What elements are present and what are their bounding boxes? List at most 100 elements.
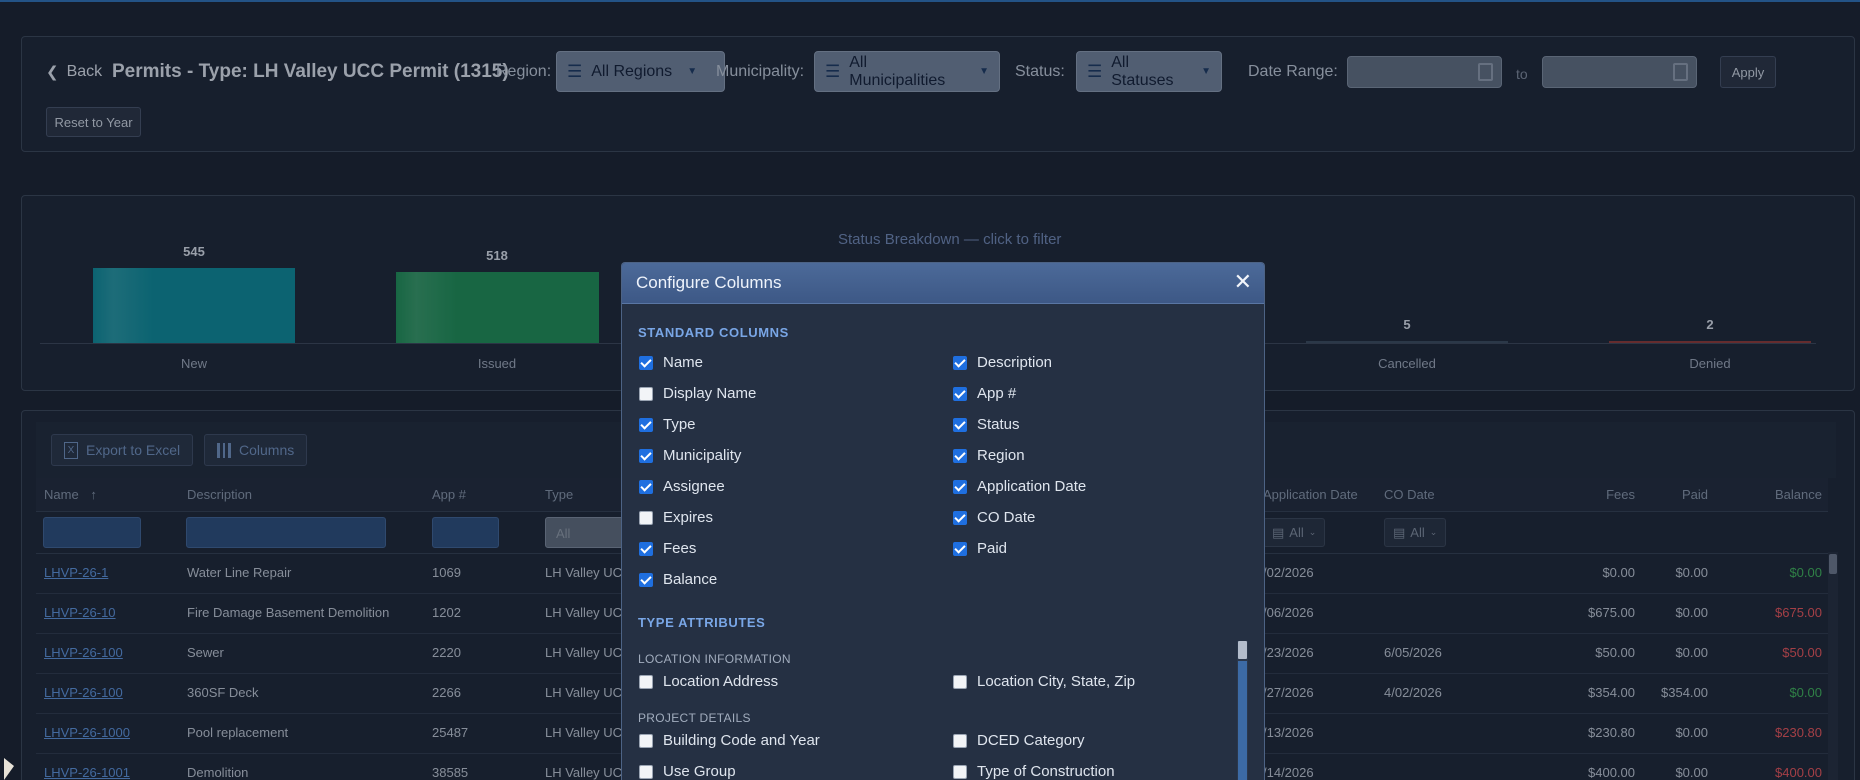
application-date-filter[interactable]: ▤ All ⌄ [1263,518,1326,547]
checkbox-unchecked[interactable] [639,764,653,779]
checkbox-checked[interactable] [953,510,967,525]
permit-name-link[interactable]: LHVP-26-100 [44,685,123,700]
permit-name-link[interactable]: LHVP-26-1 [44,565,108,580]
column-option-dced-category[interactable]: DCED Category [953,732,1085,749]
column-option-label: Type [663,416,696,433]
column-header-name[interactable]: Name ↑ [44,487,97,502]
region-select[interactable]: ☰ All Regions ▼ [556,51,725,92]
checkbox-unchecked[interactable] [639,674,653,689]
balance-cell: $0.00 [1789,685,1822,700]
checkbox-checked[interactable] [639,479,653,494]
columns-button[interactable]: Columns [204,434,308,466]
checkbox-unchecked[interactable] [953,764,967,779]
column-option-fees[interactable]: Fees [639,540,696,557]
column-option-status[interactable]: Status [953,416,1020,433]
chart-bar-denied[interactable] [1609,341,1811,343]
column-header-fees[interactable]: Fees [1575,487,1635,502]
column-option-balance[interactable]: Balance [639,571,717,588]
column-option-app[interactable]: App # [953,385,1016,402]
column-header-paid[interactable]: Paid [1648,487,1708,502]
column-option-display-name[interactable]: Display Name [639,385,756,402]
date-to-input[interactable] [1542,56,1697,88]
checkbox-checked[interactable] [639,572,653,587]
checkbox-checked[interactable] [953,479,967,494]
column-header-co-date[interactable]: CO Date [1384,487,1435,502]
co-date-filter[interactable]: ▤ All ⌄ [1384,518,1447,547]
checkbox-checked[interactable] [639,541,653,556]
column-header-application-date[interactable]: Application Date [1263,487,1358,502]
column-option-label: Application Date [977,478,1087,495]
column-option-location-city-state-zip[interactable]: Location City, State, Zip [953,673,1135,690]
checkbox-unchecked[interactable] [953,733,967,748]
municipality-select[interactable]: ☰ All Municipalities ▼ [814,51,1000,92]
region-label: Region: [496,63,552,80]
column-option-region[interactable]: Region [953,447,1025,464]
column-option-label: CO Date [977,509,1036,526]
checkbox-unchecked[interactable] [639,733,653,748]
permit-name-link[interactable]: LHVP-26-100 [44,645,123,660]
column-option-assignee[interactable]: Assignee [639,478,725,495]
checkbox-unchecked[interactable] [639,510,653,525]
apply-button[interactable]: Apply [1720,56,1776,88]
table-scrollbar-thumb[interactable] [1829,554,1837,574]
app-number-cell: 25487 [432,725,469,740]
dialog-scrollbar-thumb[interactable] [1238,641,1247,659]
permit-name-link[interactable]: LHVP-26-10 [44,605,116,620]
permit-name-link[interactable]: LHVP-26-1000 [44,725,130,740]
app-number-filter-input[interactable] [432,517,499,548]
checkbox-unchecked[interactable] [953,674,967,689]
column-option-application-date[interactable]: Application Date [953,478,1086,495]
checkbox-checked[interactable] [953,355,967,370]
chart-bar-new[interactable] [93,268,295,343]
checkbox-checked[interactable] [953,386,967,401]
checkbox-checked[interactable] [639,355,653,370]
column-option-municipality[interactable]: Municipality [639,447,741,464]
column-option-type[interactable]: Type [639,416,696,433]
permit-name-link[interactable]: LHVP-26-1001 [44,765,130,780]
export-excel-button[interactable]: X Export to Excel [51,434,194,466]
checkbox-checked[interactable] [953,417,967,432]
dialog-title: Configure Columns [636,273,782,292]
column-option-building-code-and-year[interactable]: Building Code and Year [639,732,820,749]
column-header-balance[interactable]: Balance [1752,487,1822,502]
type-cell: LH Valley UCC [545,605,621,620]
column-header-description[interactable]: Description [187,487,252,502]
chart-bar-value: 2 [1706,317,1714,332]
checkbox-unchecked[interactable] [639,386,653,401]
column-option-co-date[interactable]: CO Date [953,509,1035,526]
column-option-label: Display Name [663,385,757,402]
column-header-app-number[interactable]: App # [432,487,466,502]
checkbox-checked[interactable] [639,417,653,432]
reset-to-year-button[interactable]: Reset to Year [46,107,141,137]
column-option-label: DCED Category [977,732,1085,749]
column-option-type-of-construction[interactable]: Type of Construction [953,763,1115,780]
back-button[interactable]: ❮ Back [46,63,102,81]
column-option-use-group[interactable]: Use Group [639,763,736,780]
column-option-expires[interactable]: Expires [639,509,713,526]
column-option-description[interactable]: Description [953,354,1052,371]
chevron-left-icon: ❮ [46,64,59,81]
checkbox-checked[interactable] [953,448,967,463]
type-filter-select[interactable]: All [545,517,625,548]
columns-icon [217,442,231,458]
calendar-icon [1478,63,1493,81]
excel-icon: X [64,441,78,459]
checkbox-checked[interactable] [639,448,653,463]
app-number-cell: 1202 [432,605,461,620]
column-option-location-address[interactable]: Location Address [639,673,778,690]
column-option-name[interactable]: Name [639,354,703,371]
column-header-type[interactable]: Type [545,487,573,502]
description-filter-input[interactable] [186,517,386,548]
column-option-paid[interactable]: Paid [953,540,1007,557]
description-cell: Sewer [187,645,224,660]
status-select[interactable]: ☰ All Statuses ▼ [1076,51,1222,92]
chart-bar-issued[interactable] [395,271,599,343]
chart-bar-cancelled[interactable] [1306,341,1508,343]
date-from-input[interactable] [1347,56,1502,88]
description-cell: Pool replacement [187,725,289,740]
checkbox-checked[interactable] [953,541,967,556]
table-scrollbar[interactable] [1828,552,1838,780]
name-filter-input[interactable] [43,517,141,548]
column-option-label: Description [977,354,1053,371]
close-icon[interactable]: ✕ [1234,269,1252,295]
